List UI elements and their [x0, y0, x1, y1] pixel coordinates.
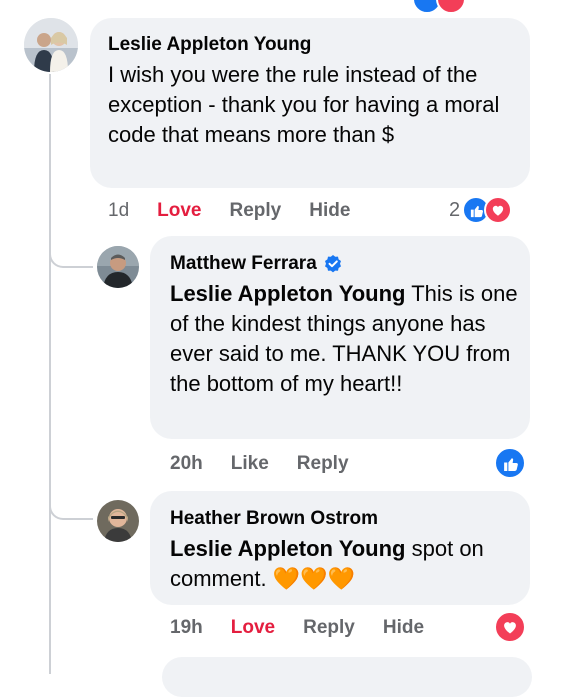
- thread-connector-1: [49, 236, 93, 268]
- avatar-leslie[interactable]: [24, 18, 78, 72]
- mention-link[interactable]: Leslie Appleton Young: [170, 281, 406, 306]
- thread-connector-2: [49, 488, 93, 520]
- author-name[interactable]: Leslie Appleton Young: [108, 33, 311, 57]
- verified-badge-icon: [323, 254, 343, 274]
- reply-button[interactable]: Reply: [230, 200, 282, 222]
- reaction-summary-2[interactable]: [494, 447, 526, 479]
- comment-author[interactable]: Leslie Appleton Young: [108, 33, 512, 57]
- comment-text: Leslie Appleton Young spot on comment. 🧡…: [170, 534, 515, 594]
- next-comment-bubble-cropped: [162, 657, 532, 697]
- love-icon: [494, 611, 526, 643]
- hide-button[interactable]: Hide: [383, 617, 424, 639]
- timestamp[interactable]: 20h: [170, 453, 203, 475]
- comment-bubble-leslie: Leslie Appleton Young I wish you were th…: [90, 18, 530, 188]
- author-name[interactable]: Matthew Ferrara: [170, 252, 317, 276]
- mention-link[interactable]: Leslie Appleton Young: [170, 536, 406, 561]
- comment-author[interactable]: Heather Brown Ostrom: [170, 507, 510, 531]
- love-icon: [484, 196, 513, 224]
- avatar-heather[interactable]: [97, 500, 139, 542]
- like-icon: [494, 447, 526, 479]
- love-reaction-button[interactable]: Love: [157, 200, 201, 222]
- top-love-icon-cropped: [436, 0, 466, 14]
- thread-line-main: [49, 74, 51, 674]
- top-text-fragment: [258, 0, 278, 2]
- like-button[interactable]: Like: [231, 453, 269, 475]
- comment-actions-3: 19h Love Reply Hide: [170, 615, 424, 641]
- comment-bubble-matthew: Matthew Ferrara Leslie Appleton Young Th…: [150, 236, 530, 439]
- timestamp[interactable]: 1d: [108, 200, 129, 222]
- orange-heart-emoji: 🧡🧡🧡: [272, 566, 355, 591]
- comment-text: Leslie Appleton Young This is one of the…: [170, 279, 520, 399]
- comment-text: I wish you were the rule instead of the …: [108, 62, 500, 147]
- reaction-count: 2: [449, 198, 461, 221]
- reaction-summary-1[interactable]: 2: [449, 196, 513, 224]
- avatar-matthew[interactable]: [97, 246, 139, 288]
- reply-button[interactable]: Reply: [297, 453, 349, 475]
- hide-button[interactable]: Hide: [309, 200, 350, 222]
- comment-actions-2: 20h Like Reply: [170, 451, 349, 477]
- comment-author[interactable]: Matthew Ferrara: [170, 252, 510, 276]
- author-name[interactable]: Heather Brown Ostrom: [170, 507, 378, 531]
- love-reaction-button[interactable]: Love: [231, 617, 275, 639]
- comment-actions-1: 1d Love Reply Hide: [108, 198, 350, 224]
- reaction-summary-3[interactable]: [494, 611, 526, 643]
- comment-bubble-heather: Heather Brown Ostrom Leslie Appleton You…: [150, 491, 530, 605]
- timestamp[interactable]: 19h: [170, 617, 203, 639]
- reply-button[interactable]: Reply: [303, 617, 355, 639]
